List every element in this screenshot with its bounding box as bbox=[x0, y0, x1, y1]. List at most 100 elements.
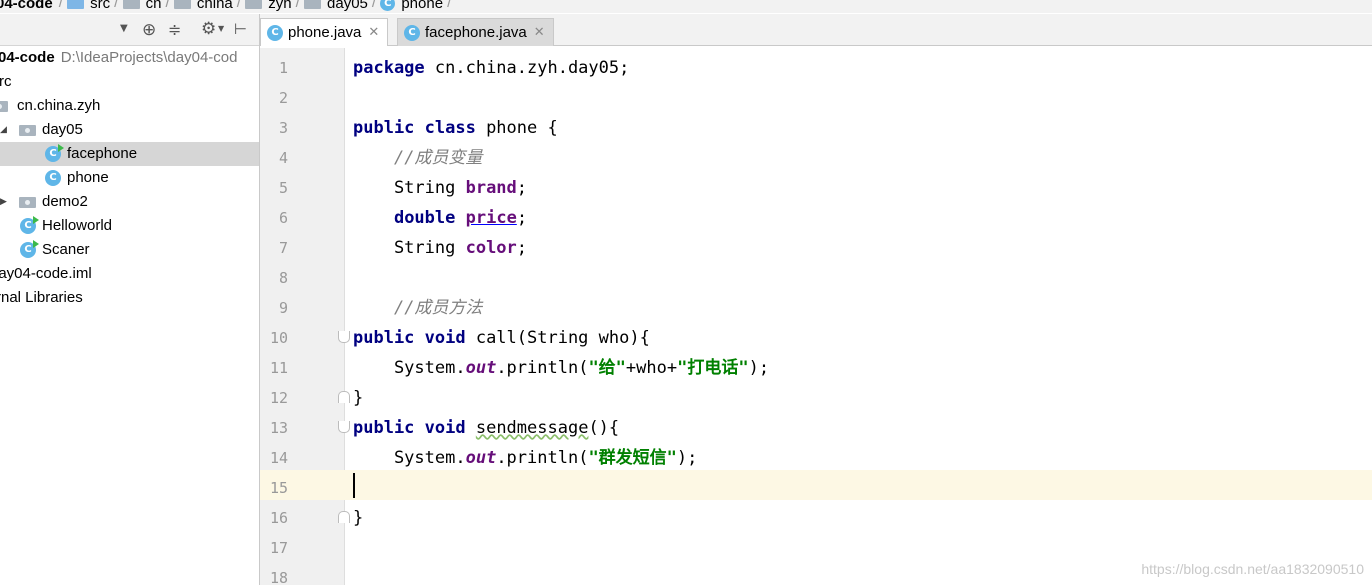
tree-node-label: demo2 bbox=[42, 193, 88, 210]
code-line[interactable]: //成员变量 bbox=[353, 143, 482, 173]
breadcrumb-item-src[interactable]: / src bbox=[55, 0, 110, 12]
tree-node-project-root[interactable]: 04-code D:\IdeaProjects\day04-cod bbox=[0, 46, 259, 70]
locate-target-icon[interactable]: ⊕ bbox=[142, 20, 156, 40]
code-line[interactable]: double price; bbox=[353, 203, 527, 233]
close-icon[interactable]: ✕ bbox=[534, 19, 545, 47]
tree-node-package-cn-china-zyh[interactable]: cn.china.zyh bbox=[0, 94, 259, 118]
breadcrumb-separator: / bbox=[58, 0, 64, 11]
code-line[interactable]: System.out.println("群发短信"); bbox=[353, 443, 697, 473]
breadcrumb-label: cn bbox=[145, 0, 162, 12]
project-toolbar: ▼ ⊕ ≑ ⚙ ▼ ⊢ bbox=[0, 14, 259, 46]
fold-marker-icon[interactable] bbox=[338, 421, 350, 433]
tree-node-class-facephone[interactable]: C facephone bbox=[0, 142, 259, 166]
tree-node-package-demo2[interactable]: ▶ demo2 bbox=[0, 190, 259, 214]
line-number: 8 bbox=[278, 269, 288, 287]
breadcrumb-label: phone bbox=[401, 0, 444, 12]
run-marker-icon bbox=[33, 216, 39, 224]
package-icon bbox=[245, 0, 263, 9]
line-number: 4 bbox=[278, 149, 288, 167]
code-token: brand bbox=[465, 178, 517, 198]
class-icon: C bbox=[267, 24, 283, 41]
hide-panel-icon[interactable]: ⊢ bbox=[234, 20, 247, 38]
tree-node-label: 04-code bbox=[0, 49, 55, 66]
code-token: ); bbox=[748, 358, 770, 378]
editor-tabs: C phone.java ✕ C facephone.java ✕ bbox=[260, 14, 1372, 46]
code-token: "群发短信" bbox=[588, 448, 677, 468]
code-token: out bbox=[465, 358, 497, 378]
tree-node-package-day05[interactable]: ◢ day05 bbox=[0, 118, 259, 142]
tree-node-external-libraries[interactable]: rnal Libraries bbox=[0, 286, 259, 310]
code-token: public class bbox=[353, 118, 476, 138]
class-icon: C bbox=[380, 0, 396, 11]
tree-node-class-helloworld[interactable]: C Helloworld bbox=[0, 214, 259, 238]
fold-marker-icon[interactable] bbox=[338, 511, 350, 523]
breadcrumb-item-cn[interactable]: / cn bbox=[110, 0, 161, 12]
package-icon bbox=[0, 101, 8, 112]
code-token: public void bbox=[353, 418, 466, 438]
line-number: 5 bbox=[278, 179, 288, 197]
code-line[interactable]: public void sendmessage(){ bbox=[353, 413, 619, 443]
run-marker-icon bbox=[58, 144, 64, 152]
line-number: 12 bbox=[269, 389, 288, 407]
code-token: out bbox=[465, 448, 497, 468]
code-line[interactable]: System.out.println("给"+who+"打电话"); bbox=[353, 353, 769, 383]
code-line[interactable]: } bbox=[353, 503, 363, 533]
code-token: .println( bbox=[496, 358, 589, 378]
fold-marker-icon[interactable] bbox=[338, 391, 350, 403]
collapsed-arrow-icon[interactable]: ▶ bbox=[0, 190, 7, 214]
package-icon bbox=[304, 0, 322, 9]
run-marker-icon bbox=[33, 240, 39, 248]
breadcrumb-item-project[interactable]: 04-code bbox=[0, 0, 55, 12]
code-editor[interactable]: 1 2 3 4 5 6 7 8 9 10 11 12 13 14 15 16 17 18 package cn.c… bbox=[260, 48, 1372, 585]
tree-node-label: facephone bbox=[67, 145, 138, 162]
project-panel: ▼ ⊕ ≑ ⚙ ▼ ⊢ 04-code D:\IdeaProjects\day04… bbox=[0, 14, 260, 585]
code-token: String bbox=[353, 178, 466, 198]
fold-marker-icon[interactable] bbox=[338, 331, 350, 343]
breadcrumb-item-zyh[interactable]: / zyh bbox=[233, 0, 292, 12]
line-number: 17 bbox=[269, 539, 288, 557]
navigation-breadcrumb: 04-code / src / cn / china / zyh / day05… bbox=[0, 0, 1372, 13]
tree-node-label: day05 bbox=[42, 121, 83, 138]
close-icon[interactable]: ✕ bbox=[368, 19, 379, 47]
tree-node-class-phone[interactable]: C phone bbox=[0, 166, 259, 190]
code-line[interactable]: //成员方法 bbox=[353, 293, 482, 323]
code-line[interactable]: String brand; bbox=[353, 173, 527, 203]
code-line[interactable]: public void call(String who){ bbox=[353, 323, 650, 353]
line-number: 15 bbox=[269, 479, 288, 497]
collapse-all-icon[interactable]: ≑ bbox=[168, 20, 181, 39]
code-token: double bbox=[393, 208, 456, 228]
gear-dropdown-icon[interactable]: ▼ bbox=[218, 24, 224, 33]
breadcrumb-separator: / bbox=[165, 0, 170, 11]
tab-label: phone.java bbox=[288, 23, 362, 41]
tree-node-iml-file[interactable]: lay04-code.iml bbox=[0, 262, 259, 286]
code-token: cn.china.zyh.day05; bbox=[424, 58, 630, 78]
tab-facephone-java[interactable]: C facephone.java ✕ bbox=[397, 18, 554, 46]
code-token: String bbox=[353, 238, 466, 258]
tab-phone-java[interactable]: C phone.java ✕ bbox=[260, 18, 389, 47]
expand-arrow-icon[interactable]: ◢ bbox=[0, 118, 7, 142]
runnable-class-icon: C bbox=[20, 216, 39, 234]
text-caret bbox=[353, 473, 355, 498]
code-line[interactable]: } bbox=[353, 383, 363, 413]
code-token: "给" bbox=[588, 358, 626, 378]
tree-node-src[interactable]: rc bbox=[0, 70, 259, 94]
code-line[interactable]: String color; bbox=[353, 233, 527, 263]
code-token: //成员变量 bbox=[393, 148, 483, 168]
breadcrumb-item-china[interactable]: / china bbox=[161, 0, 233, 12]
code-token: (){ bbox=[588, 418, 620, 438]
code-token: +who+ bbox=[625, 358, 678, 378]
breadcrumb-separator: / bbox=[371, 0, 377, 11]
breadcrumb-item-phone[interactable]: / C phone / bbox=[368, 0, 456, 12]
tree-node-class-scaner[interactable]: C Scaner bbox=[0, 238, 259, 262]
code-token: System. bbox=[353, 358, 466, 378]
breadcrumb-item-day05[interactable]: / day05 bbox=[292, 0, 368, 12]
line-number: 11 bbox=[269, 359, 288, 377]
code-line[interactable]: package cn.china.zyh.day05; bbox=[353, 53, 629, 83]
code-line[interactable]: public class phone { bbox=[353, 113, 558, 143]
project-path: D:\IdeaProjects\day04-cod bbox=[60, 49, 238, 66]
dropdown-arrow-icon[interactable]: ▼ bbox=[120, 23, 128, 34]
tree-node-label: Scaner bbox=[42, 241, 90, 258]
gear-icon[interactable]: ⚙ bbox=[201, 19, 216, 39]
